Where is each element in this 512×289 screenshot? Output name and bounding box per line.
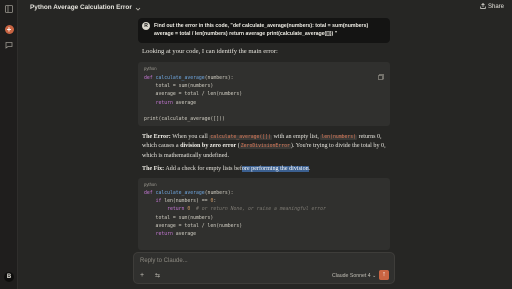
share-label: Share bbox=[487, 4, 504, 10]
code-block: python def calculate_average(numbers): t… bbox=[138, 62, 390, 126]
code-block: python def calculate_average(numbers): i… bbox=[138, 178, 390, 250]
code-content: def calculate_average(numbers): if len(n… bbox=[144, 191, 326, 238]
send-icon[interactable]: ↑ bbox=[379, 270, 389, 280]
sidebar: + B bbox=[0, 0, 18, 289]
user-avatar[interactable]: B bbox=[4, 272, 14, 282]
user-message: R Find out the error in this code, "def … bbox=[138, 18, 390, 43]
text-selection: ore performing the division bbox=[241, 166, 309, 172]
code-content: def calculate_average(numbers): total = … bbox=[144, 76, 243, 123]
conversation-title[interactable]: Python Average Calculation Error bbox=[30, 4, 132, 11]
new-chat-icon[interactable]: + bbox=[4, 24, 14, 34]
top-bar: Python Average Calculation Error bbox=[18, 0, 512, 15]
tools-icon[interactable]: ⇆ bbox=[155, 272, 160, 279]
response-intro: Looking at your code, I can identify the… bbox=[142, 48, 278, 55]
user-message-text: Find out the error in this code, "def ca… bbox=[154, 23, 369, 37]
code-language-label: python bbox=[144, 66, 157, 71]
fix-explanation: The Fix: Add a check for empty lists bef… bbox=[142, 166, 311, 172]
sidebar-toggle-icon[interactable] bbox=[4, 4, 14, 14]
chevron-down-icon[interactable] bbox=[135, 0, 141, 17]
plus-icon[interactable]: + bbox=[140, 272, 144, 279]
copy-icon[interactable] bbox=[378, 67, 384, 85]
model-selector[interactable]: Claude Sonnet 4 ⌄ bbox=[332, 273, 376, 279]
code-language-label: python bbox=[144, 182, 157, 187]
chats-icon[interactable] bbox=[4, 40, 14, 50]
error-explanation: The Error: When you call calculate_avera… bbox=[142, 134, 386, 159]
message-composer[interactable]: Reply to Claude... + ⇆ Claude Sonnet 4 ⌄… bbox=[133, 252, 395, 284]
share-button[interactable]: Share bbox=[480, 3, 504, 11]
user-message-avatar: R bbox=[142, 22, 150, 30]
share-icon bbox=[480, 3, 486, 11]
reply-input[interactable]: Reply to Claude... bbox=[140, 258, 188, 264]
